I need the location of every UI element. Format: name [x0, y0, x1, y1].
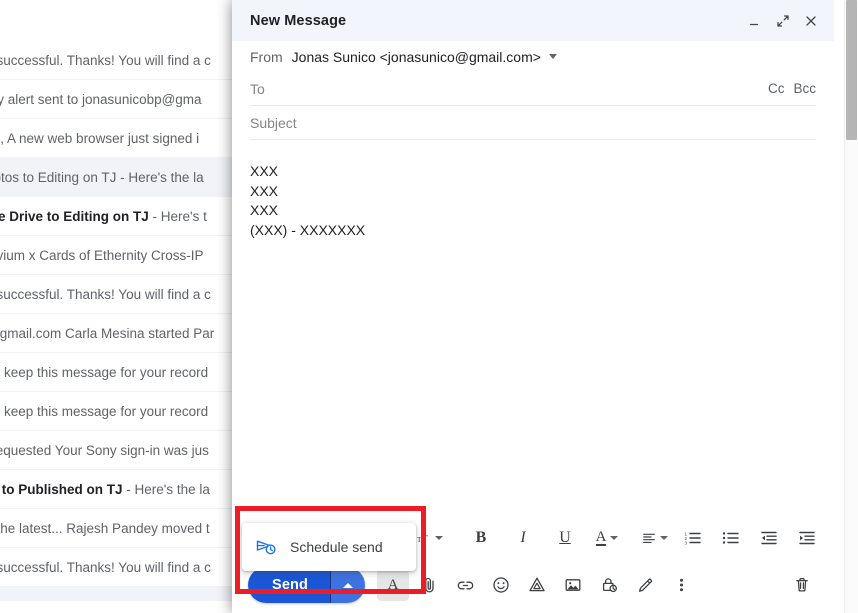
numbered-list-icon[interactable]: 1 2 3 [677, 524, 709, 552]
insert-link-icon[interactable] [449, 569, 481, 601]
text-color-chevron-down-icon [610, 536, 619, 540]
scrollbar-thumb[interactable] [846, 0, 857, 140]
message-body-line: XXX [250, 163, 279, 179]
message-body-input[interactable]: XXX XXX XXX (XXX) - XXXXXXX [232, 140, 834, 519]
text-color-icon[interactable]: A [591, 524, 623, 552]
mail-list-item-snippet: @gmail.com Carla Mesina started Par [0, 326, 215, 341]
cc-bcc-group: Cc Bcc [768, 81, 816, 96]
mail-list-item[interactable]: se keep this message for your record [0, 392, 236, 431]
underline-icon[interactable]: U [549, 524, 581, 552]
minimize-icon[interactable] [742, 8, 768, 34]
schedule-send-popup: Schedule send [242, 523, 416, 571]
mail-list-item-snippet: hotos to Editing on TJ - Here's the la [0, 170, 204, 185]
schedule-send-label: Schedule send [290, 539, 383, 555]
send-options-button[interactable] [331, 567, 366, 603]
font-size-icon[interactable]: T T [414, 524, 446, 552]
mail-list-item[interactable]: s successful. Thanks! You will find a c [0, 41, 236, 80]
confidential-mode-icon[interactable] [593, 569, 625, 601]
from-row: From Jonas Sunico <jonasunico@gmail.com> [250, 41, 816, 72]
send-button-group: Send [248, 567, 366, 603]
screen: s successful. Thanks! You will find a c r… [0, 0, 858, 613]
increase-indent-icon[interactable] [791, 524, 823, 552]
compose-action-bar: Send A Schedule send [232, 523, 834, 613]
insert-signature-icon[interactable] [629, 569, 661, 601]
mail-list-item[interactable]: s successful. Thanks! You will find a c [0, 548, 236, 587]
mail-list-item-snippet: Requested Your Sony sign-in was jus [0, 443, 209, 458]
mail-list-item-snippet: se keep this message for your record [0, 404, 209, 419]
insert-emoji-icon[interactable] [485, 569, 517, 601]
font-size-chevron-down-icon [435, 536, 443, 540]
bulleted-list-icon[interactable] [715, 524, 747, 552]
bold-icon[interactable]: B [465, 524, 497, 552]
mail-list-item[interactable]: gle Drive to Editing on TJ - Here's t [0, 197, 236, 236]
mail-list-bottom-spacer [0, 587, 236, 601]
compose-window: New Message From Jonas Sunico <jonasunic… [232, 0, 834, 613]
subject-row[interactable]: Subject [250, 106, 816, 140]
page-scrollbar[interactable] [844, 0, 858, 613]
chevron-up-icon [343, 582, 354, 588]
mail-list-item-snippet: se keep this message for your record [0, 365, 209, 380]
mail-list-item[interactable]: hotos to Editing on TJ - Here's the la [0, 158, 236, 197]
from-value: Jonas Sunico <jonasunico@gmail.com> [291, 48, 541, 65]
close-icon[interactable] [798, 8, 824, 34]
mail-list-rows: s successful. Thanks! You will find a c r… [0, 41, 236, 587]
compose-header: New Message [232, 0, 834, 41]
insert-drive-file-icon[interactable] [521, 569, 553, 601]
message-body-line: (XXX) - XXXXXXX [250, 221, 366, 238]
mail-list-item[interactable]: luvium x Cards of Ethernity Cross-IP [0, 236, 236, 275]
send-button[interactable]: Send [248, 567, 331, 603]
to-label: To [250, 80, 265, 97]
background-mail-list[interactable]: s successful. Thanks! You will find a c r… [0, 0, 237, 613]
mail-list-item-snippet: luvium x Cards of Ethernity Cross-IP [0, 248, 204, 263]
align-icon[interactable] [639, 524, 671, 552]
mail-list-item-snippet: gle Drive to Editing on TJ - Here's t [0, 209, 207, 224]
svg-text:3: 3 [685, 540, 688, 545]
mail-list-item-snippet: s successful. Thanks! You will find a c [0, 53, 211, 68]
mail-list-item-snippet: s successful. Thanks! You will find a c [0, 560, 211, 575]
formatting-options-icon[interactable]: A [377, 569, 410, 601]
from-chevron-down-icon[interactable] [548, 54, 557, 59]
compose-fields: From Jonas Sunico <jonasunico@gmail.com>… [232, 41, 834, 140]
schedule-send-icon [256, 538, 280, 556]
mail-list-item[interactable]: @gmail.com Carla Mesina started Par [0, 314, 236, 353]
mail-list-item[interactable]: rity alert sent to jonasunicobp@gma [0, 80, 236, 119]
message-body-line: XXX [250, 182, 279, 199]
trash-icon[interactable] [786, 569, 818, 601]
to-row[interactable]: To Cc Bcc [250, 72, 816, 106]
mail-list-item[interactable]: m to Published on TJ - Here's the la [0, 470, 236, 509]
mail-list-item-snippet: rity alert sent to jonasunicobp@gma [0, 92, 202, 107]
mail-list-item[interactable]: as, A new web browser just signed i [0, 119, 236, 158]
more-options-icon[interactable] [665, 569, 697, 601]
subject-placeholder: Subject [250, 114, 297, 131]
schedule-send-menu-item[interactable]: Schedule send [242, 530, 416, 564]
bcc-button[interactable]: Bcc [793, 81, 816, 96]
decrease-indent-icon[interactable] [753, 524, 785, 552]
svg-text:T: T [421, 533, 428, 544]
mail-list-item-snippet: as, A new web browser just signed i [0, 131, 200, 146]
mail-list-item-snippet: s successful. Thanks! You will find a c [0, 287, 211, 302]
mail-list-item-snippet: s the latest... Rajesh Pandey moved t [0, 521, 210, 536]
mail-list-item[interactable]: s the latest... Rajesh Pandey moved t [0, 509, 236, 548]
align-chevron-down-icon [660, 536, 668, 540]
compose-title: New Message [250, 12, 347, 29]
mail-list-top-spacer [0, 0, 236, 41]
mail-list-item[interactable]: s successful. Thanks! You will find a c [0, 275, 236, 314]
insert-photo-icon[interactable] [557, 569, 589, 601]
mail-list-item[interactable]: se keep this message for your record [0, 353, 236, 392]
from-label: From [250, 48, 283, 65]
expand-icon[interactable] [770, 8, 796, 34]
mail-list-item-snippet: m to Published on TJ - Here's the la [0, 482, 210, 497]
mail-list-item[interactable]: Requested Your Sony sign-in was jus [0, 431, 236, 470]
italic-icon[interactable]: I [507, 524, 539, 552]
attach-file-icon[interactable] [413, 569, 445, 601]
cc-button[interactable]: Cc [768, 81, 785, 96]
message-body-line: XXX [250, 202, 279, 218]
